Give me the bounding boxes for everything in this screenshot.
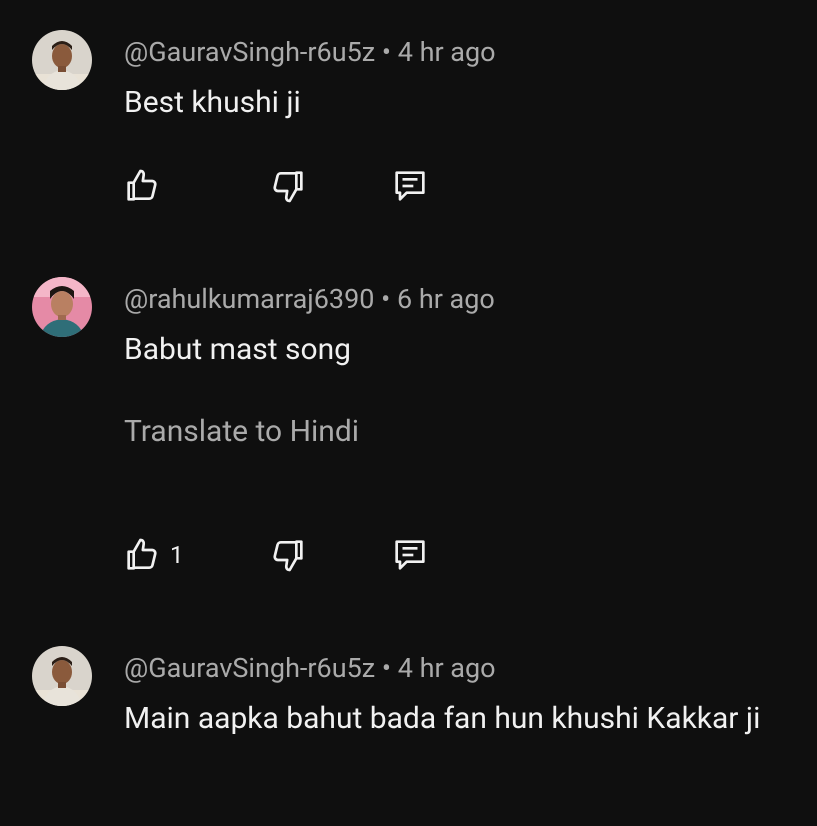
reply-button[interactable]	[390, 164, 430, 208]
comment-author[interactable]: @GauravSingh-r6u5z	[124, 652, 375, 684]
thumb-down-icon	[273, 171, 303, 203]
thumb-up-icon	[127, 538, 157, 570]
dislike-button[interactable]	[268, 164, 308, 208]
translate-link[interactable]: Translate to Hindi	[124, 414, 359, 449]
comment-text: Babut mast song	[124, 332, 352, 367]
comment-time[interactable]: 4 hr ago	[398, 652, 496, 684]
thumb-down-icon	[273, 540, 303, 572]
comment-author[interactable]: @GauravSingh-r6u5z	[124, 36, 375, 68]
avatar[interactable]	[32, 277, 92, 337]
comment-time[interactable]: 4 hr ago	[398, 36, 496, 68]
thumb-up-icon	[127, 169, 157, 201]
comment-author[interactable]: @rahulkumarraj6390	[124, 283, 374, 315]
comment-meta: @rahulkumarraj6390 • 6 hr ago	[124, 283, 495, 315]
comment-actions: 1	[0, 533, 600, 577]
comment-meta: @GauravSingh-r6u5z • 4 hr ago	[124, 652, 496, 684]
dislike-button[interactable]	[268, 533, 308, 577]
like-button[interactable]	[122, 164, 170, 208]
meta-separator: •	[381, 36, 392, 68]
comment-time[interactable]: 6 hr ago	[397, 283, 495, 315]
avatar-image	[32, 646, 92, 706]
reply-comment-icon	[395, 171, 425, 201]
reply-comment-icon	[395, 540, 425, 570]
avatar[interactable]	[32, 646, 92, 706]
meta-separator: •	[381, 652, 392, 684]
reply-button[interactable]	[390, 533, 430, 577]
avatar[interactable]	[32, 30, 92, 90]
avatar-image	[32, 30, 92, 90]
comment-meta: @GauravSingh-r6u5z • 4 hr ago	[124, 36, 496, 68]
comment-text: Best khushi ji	[124, 85, 301, 120]
like-button[interactable]: 1	[122, 533, 184, 577]
comment-actions	[0, 164, 600, 208]
like-count: 1	[170, 541, 184, 569]
avatar-image	[32, 277, 92, 337]
comment-text: Main aapka bahut bada fan hun khushi Kak…	[124, 701, 761, 736]
meta-separator: •	[381, 283, 391, 315]
